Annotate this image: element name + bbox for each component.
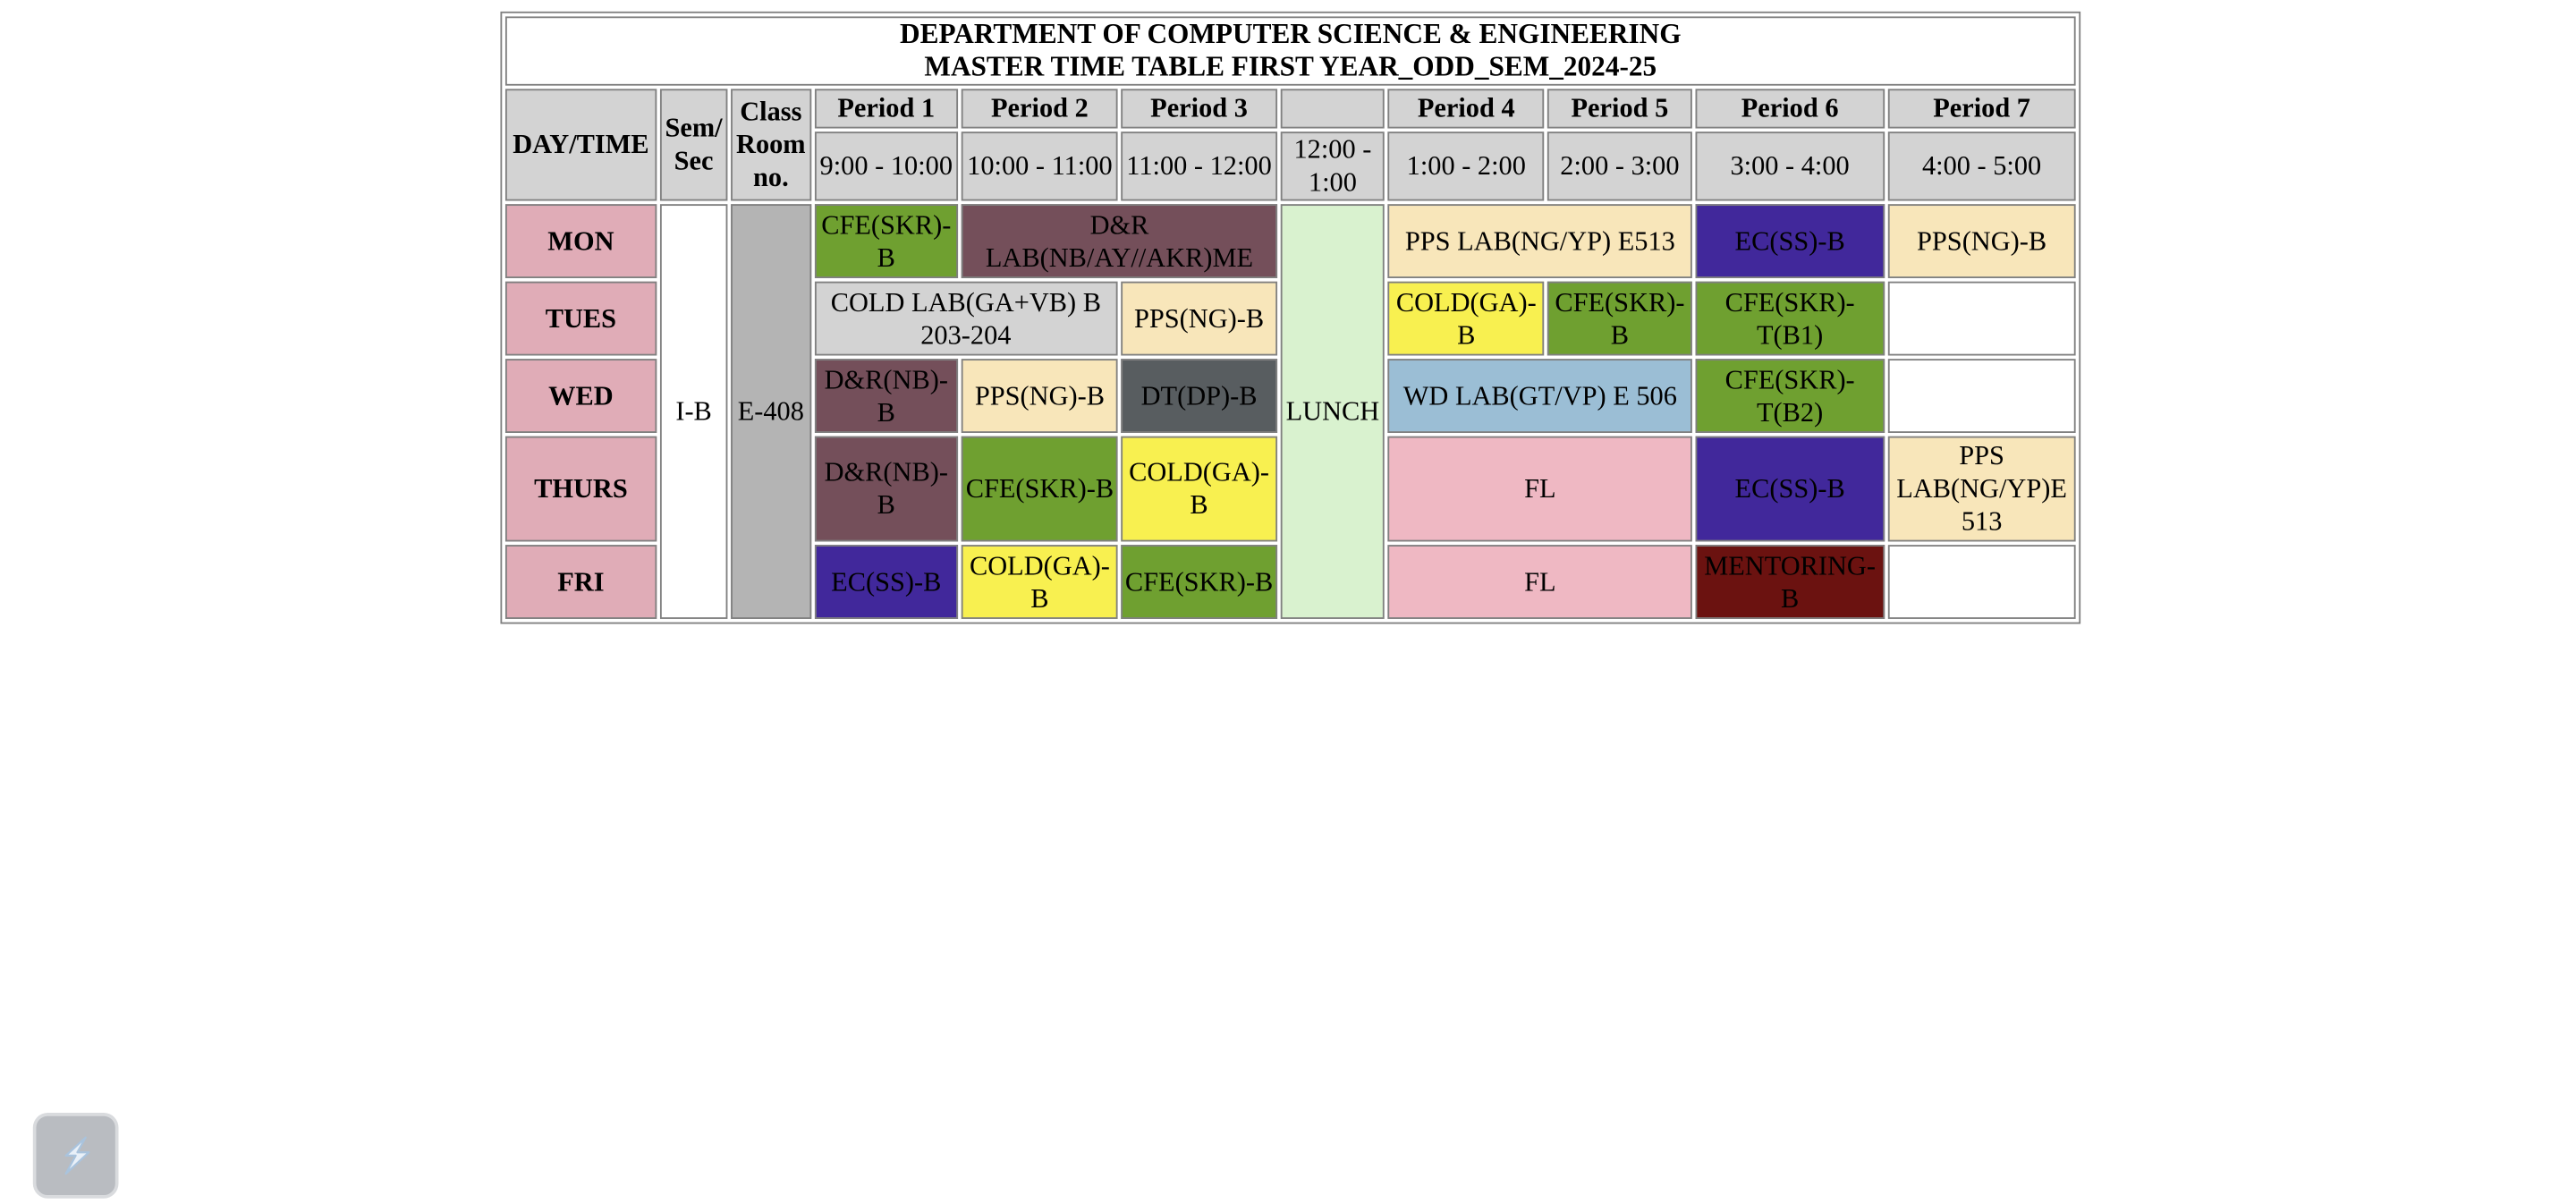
time-slot-lunch: 12:00 - 1:00 bbox=[1280, 131, 1385, 201]
header-period-6: Period 6 bbox=[1695, 89, 1885, 129]
time-slot-4: 1:00 - 2:00 bbox=[1388, 131, 1545, 201]
class-slot: D&R(NB)-B bbox=[814, 436, 959, 542]
class-slot: COLD(GA)-B bbox=[1388, 281, 1545, 356]
title-master-timetable: MASTER TIME TABLE FIRST YEAR_ODD_SEM_202… bbox=[924, 51, 1657, 83]
class-slot: CFE(SKR)-B bbox=[1547, 281, 1692, 356]
class-slot: EC(SS)-B bbox=[1695, 204, 1885, 279]
class-slot: WD LAB(GT/VP) E 506 bbox=[1388, 359, 1692, 433]
assistant-button[interactable] bbox=[36, 1115, 115, 1196]
class-slot: D&R(NB)-B bbox=[814, 359, 959, 433]
header-sem-sec: Sem/ Sec bbox=[659, 89, 728, 201]
header-period-7: Period 7 bbox=[1887, 89, 2076, 129]
header-class-room-line3: no. bbox=[752, 161, 789, 193]
page: DEPARTMENT OF COMPUTER SCIENCE & ENGINEE… bbox=[0, 0, 2576, 1203]
time-slot-6: 3:00 - 4:00 bbox=[1695, 131, 1885, 201]
header-class-room: Class Room no. bbox=[731, 89, 811, 201]
day-label: WED bbox=[504, 359, 657, 433]
class-slot: EC(SS)-B bbox=[814, 545, 959, 619]
class-slot: CFE(SKR)-B bbox=[1121, 545, 1277, 619]
sem-sec-value: I-B bbox=[659, 204, 728, 619]
header-lunch-blank bbox=[1280, 89, 1385, 129]
header-class-room-line1: Class bbox=[740, 95, 802, 127]
class-slot: PPS(NG)-B bbox=[962, 359, 1118, 433]
class-slot: MENTORING-B bbox=[1695, 545, 1885, 619]
class-slot: DT(DP)-B bbox=[1121, 359, 1277, 433]
time-slot-3: 11:00 - 12:00 bbox=[1121, 131, 1277, 201]
day-label: MON bbox=[504, 204, 657, 279]
header-period-1: Period 1 bbox=[814, 89, 959, 129]
header-period-5: Period 5 bbox=[1547, 89, 1692, 129]
class-slot: CFE(SKR)-T(B1) bbox=[1695, 281, 1885, 356]
class-slot: COLD LAB(GA+VB) B 203-204 bbox=[814, 281, 1118, 356]
header-class-room-line2: Room bbox=[736, 128, 806, 160]
day-label: THURS bbox=[504, 436, 657, 542]
time-slot-7: 4:00 - 5:00 bbox=[1887, 131, 2076, 201]
class-slot-empty bbox=[1887, 359, 2076, 433]
lunch-cell: LUNCH bbox=[1280, 204, 1385, 619]
class-slot: COLD(GA)-B bbox=[962, 545, 1118, 619]
header-period-2: Period 2 bbox=[962, 89, 1118, 129]
class-slot: PPS LAB(NG/YP) E513 bbox=[1388, 204, 1692, 279]
timetable-title: DEPARTMENT OF COMPUTER SCIENCE & ENGINEE… bbox=[504, 16, 2076, 86]
time-slot-1: 9:00 - 10:00 bbox=[814, 131, 959, 201]
header-sem-sec-line2: Sec bbox=[674, 144, 714, 176]
timetable: DEPARTMENT OF COMPUTER SCIENCE & ENGINEE… bbox=[500, 11, 2081, 624]
class-slot: EC(SS)-B bbox=[1695, 436, 1885, 542]
class-slot: PPS LAB(NG/YP)E 513 bbox=[1887, 436, 2076, 542]
class-slot: D&R LAB(NB/AY//AKR)ME bbox=[962, 204, 1277, 279]
class-slot: CFE(SKR)-B bbox=[962, 436, 1118, 542]
class-slot: CFE(SKR)-T(B2) bbox=[1695, 359, 1885, 433]
class-slot: PPS(NG)-B bbox=[1887, 204, 2076, 279]
day-label: FRI bbox=[504, 545, 657, 619]
header-period-3: Period 3 bbox=[1121, 89, 1277, 129]
header-sem-sec-line1: Sem/ bbox=[665, 112, 723, 144]
class-slot-empty bbox=[1887, 545, 2076, 619]
class-slot: FL bbox=[1388, 545, 1692, 619]
day-label: TUES bbox=[504, 281, 657, 356]
room-value: E-408 bbox=[731, 204, 811, 619]
time-slot-2: 10:00 - 11:00 bbox=[962, 131, 1118, 201]
class-slot: COLD(GA)-B bbox=[1121, 436, 1277, 542]
assistant-logo-icon bbox=[64, 1136, 90, 1175]
header-day-time: DAY/TIME bbox=[504, 89, 657, 201]
class-slot: CFE(SKR)-B bbox=[814, 204, 959, 279]
class-slot: FL bbox=[1388, 436, 1692, 542]
class-slot-empty bbox=[1887, 281, 2076, 356]
class-slot: PPS(NG)-B bbox=[1121, 281, 1277, 356]
title-department: DEPARTMENT OF COMPUTER SCIENCE & ENGINEE… bbox=[900, 18, 1682, 50]
time-slot-5: 2:00 - 3:00 bbox=[1547, 131, 1692, 201]
header-period-4: Period 4 bbox=[1388, 89, 1545, 129]
